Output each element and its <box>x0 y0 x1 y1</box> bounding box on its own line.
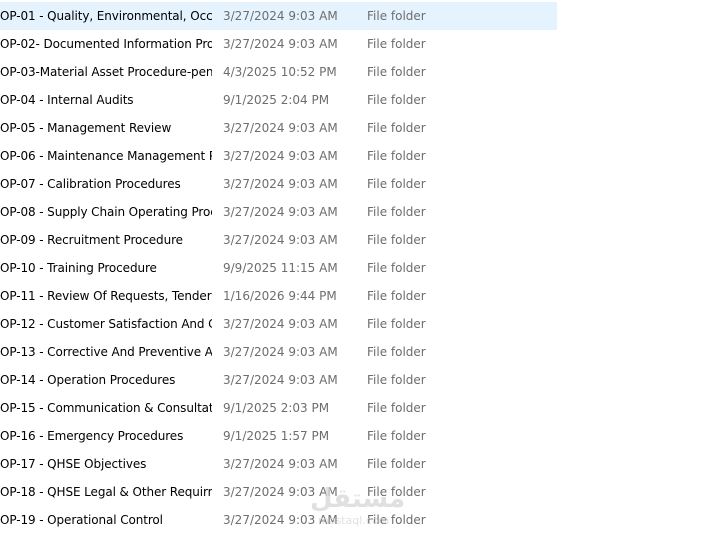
file-type: File folder <box>367 93 426 107</box>
file-type: File folder <box>367 205 426 219</box>
file-name[interactable]: OP-17 - QHSE Objectives <box>0 450 212 478</box>
file-name[interactable]: OP-08 - Supply Chain Operating Proc... <box>0 198 212 226</box>
file-name[interactable]: OP-16 - Emergency Procedures <box>0 422 212 450</box>
file-type: File folder <box>367 457 426 471</box>
date-modified: 3/27/2024 9:03 AM <box>223 9 338 23</box>
file-row[interactable]: OP-10 - Training Procedure 9/9/2025 11:15… <box>0 254 557 282</box>
file-type: File folder <box>367 233 426 247</box>
file-row[interactable]: OP-01 - Quality, Environmental, Occu... 3… <box>0 2 557 30</box>
file-name[interactable]: OP-09 - Recruitment Procedure <box>0 226 212 254</box>
file-name[interactable]: OP-18 - QHSE Legal & Other Requirm... <box>0 478 212 506</box>
file-row[interactable]: OP-05 - Management Review 3/27/2024 9:03 … <box>0 114 557 142</box>
date-modified: 9/9/2025 11:15 AM <box>223 261 338 275</box>
file-row[interactable]: OP-03-Material Asset Procedure-pen... 4/3… <box>0 58 557 86</box>
file-type: File folder <box>367 289 426 303</box>
file-name[interactable]: OP-19 - Operational Control <box>0 506 212 534</box>
file-name[interactable]: OP-12 - Customer Satisfaction And C... <box>0 310 212 338</box>
date-modified: 3/27/2024 9:03 AM <box>223 345 338 359</box>
date-modified: 3/27/2024 9:03 AM <box>223 149 338 163</box>
file-name[interactable]: OP-10 - Training Procedure <box>0 254 212 282</box>
file-row[interactable]: OP-13 - Corrective And Preventive Ac... 3… <box>0 338 557 366</box>
file-type: File folder <box>367 65 426 79</box>
file-type: File folder <box>367 121 426 135</box>
file-type: File folder <box>367 401 426 415</box>
file-type: File folder <box>367 485 426 499</box>
file-row[interactable]: OP-08 - Supply Chain Operating Proc... 3/… <box>0 198 557 226</box>
date-modified: 3/27/2024 9:03 AM <box>223 233 338 247</box>
date-modified: 3/27/2024 9:03 AM <box>223 121 338 135</box>
file-name[interactable]: OP-06 - Maintenance Management P... <box>0 142 212 170</box>
date-modified: 3/27/2024 9:03 AM <box>223 373 338 387</box>
file-type: File folder <box>367 9 426 23</box>
date-modified: 1/16/2026 9:44 PM <box>223 289 337 303</box>
file-name[interactable]: OP-03-Material Asset Procedure-pen... <box>0 58 212 86</box>
file-row[interactable]: OP-06 - Maintenance Management P... 3/27/… <box>0 142 557 170</box>
file-name[interactable]: OP-13 - Corrective And Preventive Ac... <box>0 338 212 366</box>
file-row[interactable]: OP-04 - Internal Audits 9/1/2025 2:04 PM F… <box>0 86 557 114</box>
date-modified: 3/27/2024 9:03 AM <box>223 485 338 499</box>
file-row[interactable]: OP-12 - Customer Satisfaction And C... 3/… <box>0 310 557 338</box>
file-name[interactable]: OP-15 - Communication & Consultat... <box>0 394 212 422</box>
file-type: File folder <box>367 317 426 331</box>
file-row[interactable]: OP-16 - Emergency Procedures 9/1/2025 1:5… <box>0 422 557 450</box>
file-name[interactable]: OP-14 - Operation Procedures <box>0 366 212 394</box>
file-row[interactable]: OP-19 - Operational Control 3/27/2024 9:0… <box>0 506 557 534</box>
file-row[interactable]: OP-15 - Communication & Consultat... 9/1/… <box>0 394 557 422</box>
file-name[interactable]: OP-02- Documented Information Pro... <box>0 30 212 58</box>
file-name[interactable]: OP-01 - Quality, Environmental, Occu... <box>0 2 212 30</box>
file-type: File folder <box>367 177 426 191</box>
file-type: File folder <box>367 261 426 275</box>
date-modified: 3/27/2024 9:03 AM <box>223 513 338 527</box>
file-name[interactable]: OP-04 - Internal Audits <box>0 86 212 114</box>
file-type: File folder <box>367 373 426 387</box>
file-row[interactable]: OP-17 - QHSE Objectives 3/27/2024 9:03 AM… <box>0 450 557 478</box>
file-row[interactable]: OP-02- Documented Information Pro... 3/27… <box>0 30 557 58</box>
file-type: File folder <box>367 37 426 51</box>
file-row[interactable]: OP-18 - QHSE Legal & Other Requirm... 3/2… <box>0 478 557 506</box>
file-row[interactable]: OP-11 - Review Of Requests, Tenders ... 1… <box>0 282 557 310</box>
date-modified: 3/27/2024 9:03 AM <box>223 37 338 51</box>
file-row[interactable]: OP-07 - Calibration Procedures 3/27/2024 … <box>0 170 557 198</box>
file-name[interactable]: OP-05 - Management Review <box>0 114 212 142</box>
file-name[interactable]: OP-11 - Review Of Requests, Tenders ... <box>0 282 212 310</box>
file-type: File folder <box>367 429 426 443</box>
file-list: OP-01 - Quality, Environmental, Occu... 3… <box>0 2 706 534</box>
date-modified: 3/27/2024 9:03 AM <box>223 205 338 219</box>
date-modified: 3/27/2024 9:03 AM <box>223 317 338 331</box>
file-type: File folder <box>367 345 426 359</box>
date-modified: 9/1/2025 2:04 PM <box>223 93 330 107</box>
date-modified: 9/1/2025 1:57 PM <box>223 429 330 443</box>
file-row[interactable]: OP-09 - Recruitment Procedure 3/27/2024 9… <box>0 226 557 254</box>
file-name[interactable]: OP-07 - Calibration Procedures <box>0 170 212 198</box>
date-modified: 4/3/2025 10:52 PM <box>223 65 337 79</box>
date-modified: 9/1/2025 2:03 PM <box>223 401 330 415</box>
file-type: File folder <box>367 149 426 163</box>
date-modified: 3/27/2024 9:03 AM <box>223 177 338 191</box>
file-row[interactable]: OP-14 - Operation Procedures 3/27/2024 9:… <box>0 366 557 394</box>
date-modified: 3/27/2024 9:03 AM <box>223 457 338 471</box>
file-type: File folder <box>367 513 426 527</box>
